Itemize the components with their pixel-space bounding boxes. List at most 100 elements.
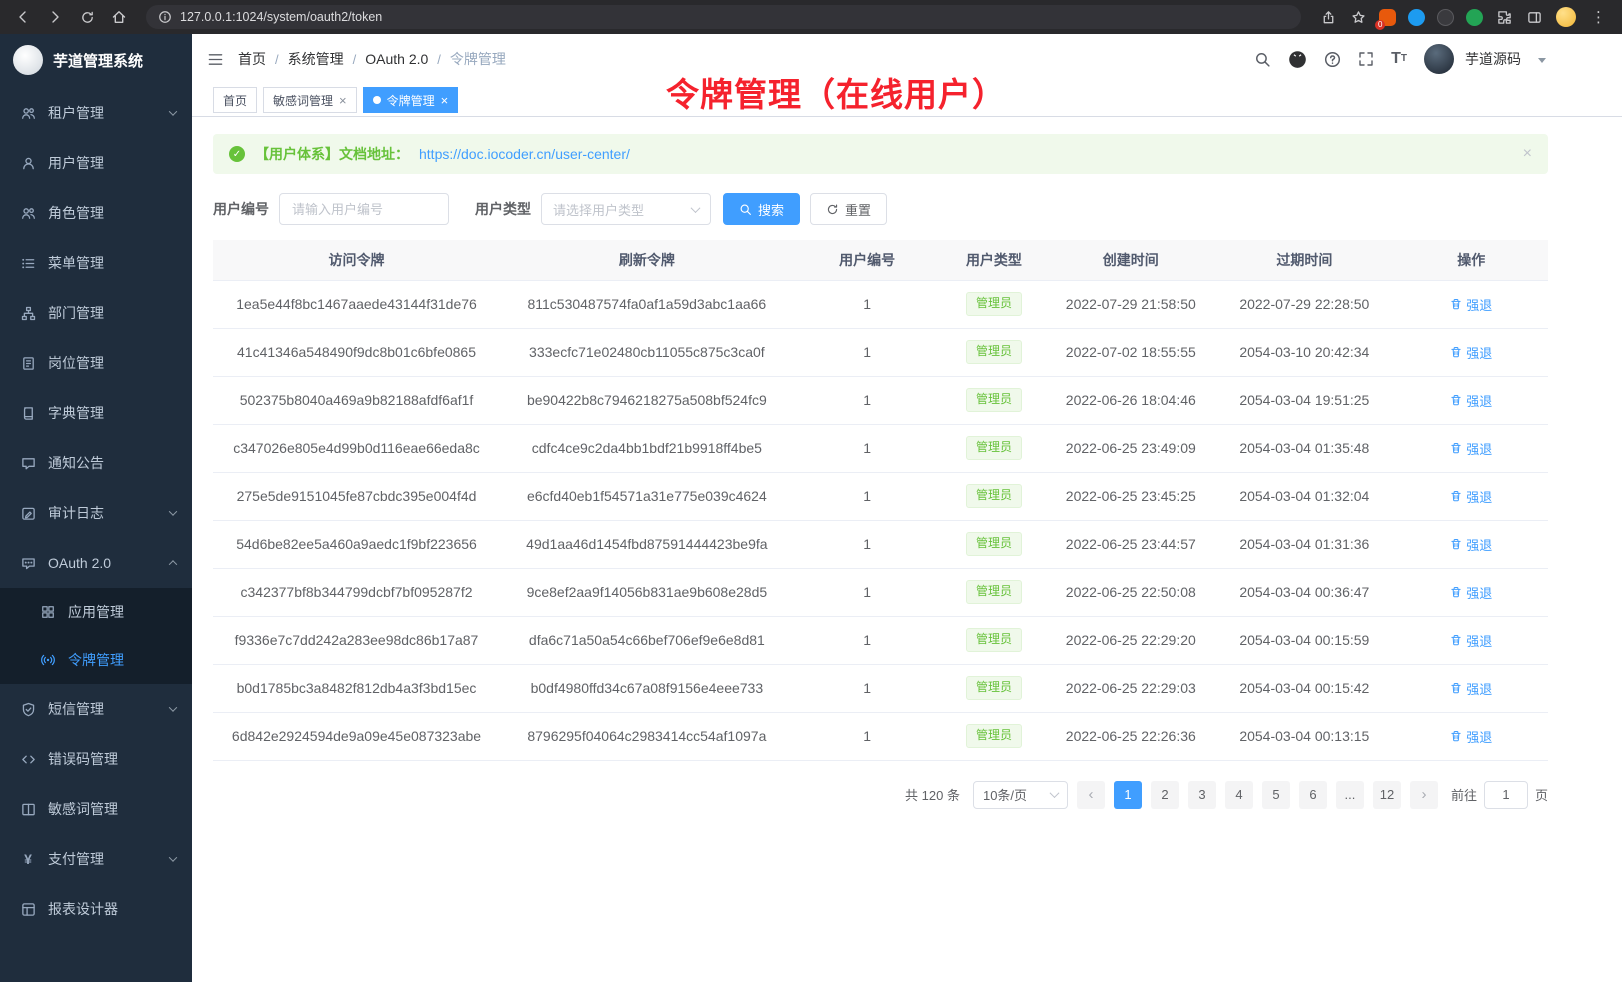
org-tree-icon [20, 306, 36, 321]
tab-label: 首页 [223, 92, 247, 109]
home-icon[interactable] [106, 4, 132, 30]
breadcrumb-item-system[interactable]: 系统管理 [288, 49, 344, 69]
sidebar-item-tenant[interactable]: 租户管理 [0, 88, 192, 138]
sidebar-item-oauth2[interactable]: OAuth 2.0 [0, 538, 192, 588]
app-window: 芋道管理系统 租户管理 用户管理 角色管理 菜单管理 部 [0, 34, 1622, 982]
user-type-tag: 管理员 [966, 436, 1022, 460]
table-row: 1ea5e44f8bc1467aaede43144f31de76 811c530… [213, 280, 1548, 328]
app-logo[interactable]: 芋道管理系统 [0, 34, 192, 86]
pagination: 共 120 条 10条/页 ‹ 1 2 3 4 5 6 ... 12 › 前往 … [213, 781, 1548, 839]
force-logout-button[interactable]: 强退 [1450, 583, 1492, 602]
sidebar-item-notice[interactable]: 通知公告 [0, 438, 192, 488]
browser-profile-avatar[interactable] [1556, 7, 1576, 27]
breadcrumb-item-oauth2[interactable]: OAuth 2.0 [365, 51, 428, 67]
username: 芋道源码 [1465, 49, 1521, 69]
back-icon[interactable] [10, 4, 36, 30]
sidebar-item-error-code[interactable]: 错误码管理 [0, 734, 192, 784]
chevron-down-icon [691, 203, 701, 213]
tab-home[interactable]: 首页 [213, 87, 257, 113]
page-button-6[interactable]: 6 [1299, 781, 1327, 809]
list-icon [20, 256, 36, 271]
page-button-5[interactable]: 5 [1262, 781, 1290, 809]
chevron-down-icon [169, 853, 177, 861]
page-button-2[interactable]: 2 [1151, 781, 1179, 809]
force-logout-button[interactable]: 强退 [1450, 391, 1492, 410]
extension-blue-icon[interactable] [1408, 9, 1425, 26]
extension-orange-icon[interactable]: 0 [1379, 9, 1396, 26]
force-logout-button[interactable]: 强退 [1450, 727, 1492, 746]
sidebar-item-dept[interactable]: 部门管理 [0, 288, 192, 338]
chevron-down-icon [169, 107, 177, 115]
col-access-token: 访问令牌 [213, 240, 500, 280]
force-logout-button[interactable]: 强退 [1450, 295, 1492, 314]
next-page-button[interactable]: › [1410, 781, 1438, 809]
table-row: b0d1785bc3a8482f812db4a3f3bd15ec b0df498… [213, 664, 1548, 712]
page-size-select[interactable]: 10条/页 [973, 781, 1068, 809]
goto-page-input[interactable] [1484, 781, 1528, 809]
page-button-1[interactable]: 1 [1114, 781, 1142, 809]
force-logout-button[interactable]: 强退 [1450, 439, 1492, 458]
sidebar-item-role[interactable]: 角色管理 [0, 188, 192, 238]
force-logout-button[interactable]: 强退 [1450, 343, 1492, 362]
sidebar-item-token-manage[interactable]: 令牌管理 [0, 636, 192, 684]
sidebar-item-post[interactable]: 岗位管理 [0, 338, 192, 388]
sidebar-item-report-designer[interactable]: 报表设计器 [0, 884, 192, 934]
user-type-tag: 管理员 [966, 580, 1022, 604]
extension-dark-icon[interactable] [1437, 9, 1454, 26]
reset-button[interactable]: 重置 [810, 193, 887, 225]
address-bar[interactable]: 127.0.0.1:1024/system/oauth2/token [146, 5, 1301, 29]
sidebar-item-app-manage[interactable]: 应用管理 [0, 588, 192, 636]
help-icon[interactable] [1324, 51, 1341, 68]
sidebar-item-menu[interactable]: 菜单管理 [0, 238, 192, 288]
sidebar-item-sensitive-word[interactable]: 敏感词管理 [0, 784, 192, 834]
breadcrumb-item-home[interactable]: 首页 [238, 49, 266, 69]
sidebar-item-dict[interactable]: 字典管理 [0, 388, 192, 438]
user-type-tag: 管理员 [966, 388, 1022, 412]
user-id-input[interactable] [279, 193, 449, 225]
force-logout-button[interactable]: 强退 [1450, 535, 1492, 554]
logo-avatar [13, 45, 43, 75]
close-icon[interactable]: × [441, 94, 449, 107]
reload-icon[interactable] [74, 4, 100, 30]
search-button[interactable]: 搜索 [723, 193, 800, 225]
more-menu-icon[interactable]: ⋮ [1585, 8, 1612, 26]
col-refresh-token: 刷新令牌 [500, 240, 794, 280]
page-button-12[interactable]: 12 [1373, 781, 1401, 809]
github-icon[interactable] [1288, 50, 1307, 69]
sidebar-item-audit-log[interactable]: 审计日志 [0, 488, 192, 538]
extension-green-icon[interactable] [1466, 9, 1483, 26]
bookmark-star-icon[interactable] [1345, 4, 1371, 30]
message-icon [20, 456, 36, 471]
alert-text: 【用户体系】文档地址： [255, 144, 409, 164]
extensions-puzzle-icon[interactable] [1491, 4, 1517, 30]
font-size-icon[interactable]: TT [1391, 51, 1407, 67]
sidebar-item-user[interactable]: 用户管理 [0, 138, 192, 188]
force-logout-button[interactable]: 强退 [1450, 679, 1492, 698]
user-icon [20, 156, 36, 171]
user-type-select[interactable]: 请选择用户类型 [541, 193, 711, 225]
sidebar-panel-icon[interactable] [1521, 4, 1547, 30]
table-row: f9336e7c7dd242a283ee98dc86b17a87 dfa6c71… [213, 616, 1548, 664]
sidebar-item-sms[interactable]: 短信管理 [0, 684, 192, 734]
share-icon[interactable] [1315, 4, 1341, 30]
force-logout-button[interactable]: 强退 [1450, 631, 1492, 650]
force-logout-button[interactable]: 强退 [1450, 487, 1492, 506]
search-icon[interactable] [1254, 51, 1271, 68]
chevron-down-icon[interactable] [1538, 58, 1546, 63]
tab-token-manage[interactable]: 令牌管理 × [363, 87, 459, 113]
more-pages-button[interactable]: ... [1336, 781, 1364, 809]
collapse-menu-icon[interactable] [207, 51, 224, 68]
page-button-3[interactable]: 3 [1188, 781, 1216, 809]
page-button-4[interactable]: 4 [1225, 781, 1253, 809]
prev-page-button[interactable]: ‹ [1077, 781, 1105, 809]
user-avatar[interactable] [1424, 44, 1454, 74]
browser-actions: 0 ⋮ [1315, 4, 1612, 30]
sidebar-item-pay[interactable]: ¥ 支付管理 [0, 834, 192, 884]
close-icon[interactable]: × [1523, 145, 1532, 163]
forward-icon[interactable] [42, 4, 68, 30]
site-info-icon[interactable] [158, 10, 172, 24]
tab-sensitive-word[interactable]: 敏感词管理 × [263, 87, 357, 113]
fullscreen-icon[interactable] [1358, 51, 1374, 67]
close-icon[interactable]: × [339, 94, 347, 107]
doc-link[interactable]: https://doc.iocoder.cn/user-center/ [419, 146, 630, 162]
